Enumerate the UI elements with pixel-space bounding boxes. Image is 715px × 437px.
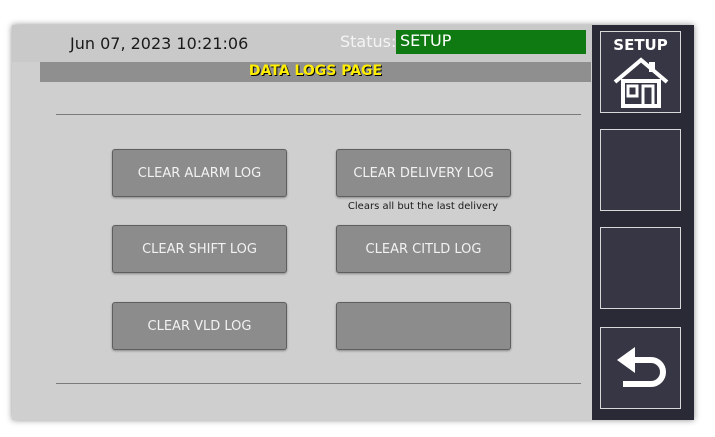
clear-shift-log-button[interactable]: CLEAR SHIFT LOG bbox=[112, 225, 287, 273]
home-icon bbox=[613, 57, 669, 108]
delivery-log-note: Clears all but the last delivery bbox=[347, 201, 499, 212]
page-title: DATA LOGS PAGE bbox=[248, 63, 383, 79]
clear-vld-log-button[interactable]: CLEAR VLD LOG bbox=[112, 302, 287, 350]
divider-top bbox=[56, 114, 581, 115]
back-arrow-icon bbox=[617, 347, 666, 387]
screen-frame: Jun 07, 2023 10:21:06 Status: SETUP DATA… bbox=[12, 25, 694, 420]
sidebar: SETUP bbox=[592, 25, 694, 420]
header-bar: Jun 07, 2023 10:21:06 Status: SETUP bbox=[12, 25, 592, 62]
blank-button[interactable] bbox=[336, 302, 511, 350]
side-button-3[interactable] bbox=[600, 227, 681, 309]
divider-bottom bbox=[56, 383, 581, 384]
status-badge: SETUP bbox=[396, 30, 586, 54]
status-label: Status: bbox=[340, 32, 397, 51]
side-button-2[interactable] bbox=[600, 129, 681, 211]
datetime-display: Jun 07, 2023 10:21:06 bbox=[70, 34, 249, 53]
page-title-bar: DATA LOGS PAGE bbox=[40, 62, 591, 82]
clear-delivery-log-button[interactable]: CLEAR DELIVERY LOG bbox=[336, 149, 511, 197]
setup-home-button[interactable]: SETUP bbox=[600, 31, 681, 113]
clear-citld-log-button[interactable]: CLEAR CITLD LOG bbox=[336, 225, 511, 273]
clear-alarm-log-button[interactable]: CLEAR ALARM LOG bbox=[112, 149, 287, 197]
back-button[interactable] bbox=[600, 327, 681, 409]
setup-label: SETUP bbox=[613, 36, 668, 54]
